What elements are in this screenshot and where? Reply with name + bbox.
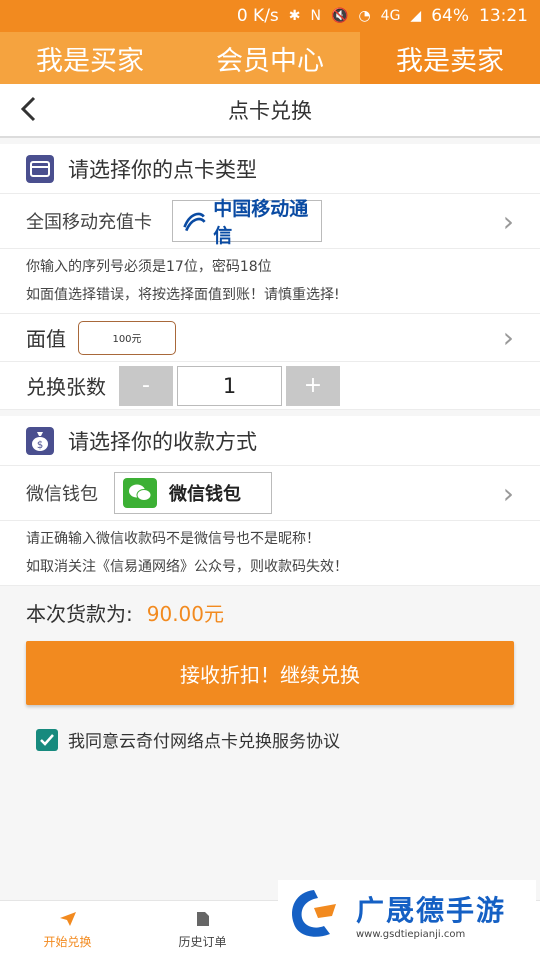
check-icon — [40, 733, 54, 746]
wechat-icon — [123, 478, 157, 508]
signal-icon: ◢ — [410, 8, 422, 24]
svg-text:$: $ — [37, 440, 43, 451]
wechat-wallet-logo-text: 微信钱包 — [169, 484, 241, 505]
paper-plane-icon — [59, 912, 76, 926]
title-bar: 点卡兑换 — [0, 84, 540, 138]
quantity-input[interactable]: 1 — [177, 365, 282, 406]
decrement-button[interactable]: - — [119, 365, 173, 406]
increment-button[interactable]: + — [286, 365, 340, 406]
payment-note: 请正确输入微信收款码不是微信号也不是昵称！ 如取消关注《信易通网络》公众号，则收… — [0, 521, 540, 586]
wifi-icon: ◔ — [358, 8, 371, 24]
quantity-label: 兑换张数 — [26, 375, 106, 399]
submit-button[interactable]: 接收折扣！继续兑换 — [26, 641, 514, 705]
tab-member-center[interactable]: 会员中心 — [180, 32, 360, 84]
payment-heading-row: $ 请选择你的收款方式 — [0, 416, 540, 466]
quantity-stepper: - 1 + — [119, 365, 340, 406]
network-speed: 0 K/s — [236, 6, 279, 26]
wechat-wallet-logo: 微信钱包 — [114, 472, 272, 514]
chevron-right-icon[interactable]: › — [503, 321, 514, 354]
total-payment: 本次货款为: 90.00元 — [0, 586, 540, 627]
chevron-right-icon: › — [502, 476, 514, 510]
chevron-right-icon: › — [502, 204, 514, 238]
card-note: 你输入的序列号必须是17位，密码18位 如面值选择错误，将按选择面值到账！请慎重… — [0, 249, 540, 314]
page-title: 点卡兑换 — [228, 99, 312, 123]
agreement-text[interactable]: 我同意云奇付网络点卡兑换服务协议 — [68, 727, 340, 752]
bluetooth-icon: ✱ — [288, 8, 301, 24]
total-amount: 90.00元 — [146, 602, 225, 626]
payment-note-line: 如取消关注《信易通网络》公众号，则收款码失效！ — [26, 559, 348, 575]
battery-level: 64% — [431, 6, 469, 26]
card-type-heading: 请选择你的点卡类型 — [68, 157, 257, 182]
card-type-heading-row: 请选择你的点卡类型 — [0, 144, 540, 194]
tab-seller[interactable]: 我是卖家 — [360, 32, 540, 84]
watermark-logo-icon — [292, 890, 336, 937]
watermark-url: www.gsdtiepianji.com — [356, 928, 466, 940]
total-label: 本次货款为: — [26, 602, 133, 626]
payment-heading: 请选择你的收款方式 — [68, 429, 257, 454]
china-mobile-logo: 中国移动通信 — [172, 198, 322, 247]
card-type-selector[interactable]: 全国移动充值卡 中国移动通信 › — [0, 194, 540, 249]
status-bar: 0 K/s ✱ N 🔇 ◔ 4G ◢ 64% 13:21 — [0, 0, 540, 32]
face-value-button[interactable]: 100元 — [78, 320, 176, 355]
watermark-text: 广晟德手游 — [356, 893, 507, 927]
china-mobile-icon — [183, 212, 206, 232]
document-icon — [196, 912, 209, 926]
card-note-line: 你输入的序列号必须是17位，密码18位 — [26, 259, 272, 275]
china-mobile-logo-text: 中国移动通信 — [213, 198, 309, 247]
payment-method-label: 微信钱包 — [26, 484, 98, 505]
card-note-line: 如面值选择错误，将按选择面值到账！请慎重选择! — [26, 287, 340, 303]
watermark: 广晟德手游 www.gsdtiepianji.com — [278, 880, 536, 948]
quantity-row: 兑换张数 - 1 + — [0, 362, 540, 410]
face-value-row: 面值 100元 › — [0, 314, 540, 362]
payment-note-line: 请正确输入微信收款码不是微信号也不是昵称！ — [26, 531, 320, 547]
bottom-nav-label: 开始兑换 — [43, 935, 92, 949]
card-type-section: 请选择你的点卡类型 全国移动充值卡 中国移动通信 › 你输入的序列号必须是17位… — [0, 144, 540, 410]
chevron-left-icon — [20, 96, 36, 122]
bottom-nav-order-history[interactable]: 历史订单 — [135, 901, 270, 960]
back-button[interactable] — [18, 94, 38, 132]
money-bag-icon: $ — [26, 426, 54, 455]
agreement-checkbox[interactable] — [36, 728, 58, 751]
tab-buyer[interactable]: 我是买家 — [0, 32, 180, 84]
network-type: 4G — [380, 8, 401, 24]
face-value-label: 面值 — [26, 327, 66, 351]
payment-section: $ 请选择你的收款方式 微信钱包 微信钱包 › 请正确输入微信收款码不是微信号也… — [0, 416, 540, 586]
card-icon — [26, 154, 54, 183]
clock: 13:21 — [479, 6, 528, 26]
mute-icon: 🔇 — [331, 8, 349, 24]
bottom-nav-start-exchange[interactable]: 开始兑换 — [0, 901, 135, 960]
bottom-nav-label: 历史订单 — [178, 935, 227, 949]
top-nav: 我是买家 会员中心 我是卖家 — [0, 32, 540, 84]
payment-method-selector[interactable]: 微信钱包 微信钱包 › — [0, 466, 540, 521]
nfc-icon: N — [310, 8, 321, 24]
agreement: 我同意云奇付网络点卡兑换服务协议 — [36, 727, 504, 752]
card-type-label: 全国移动充值卡 — [26, 212, 152, 233]
